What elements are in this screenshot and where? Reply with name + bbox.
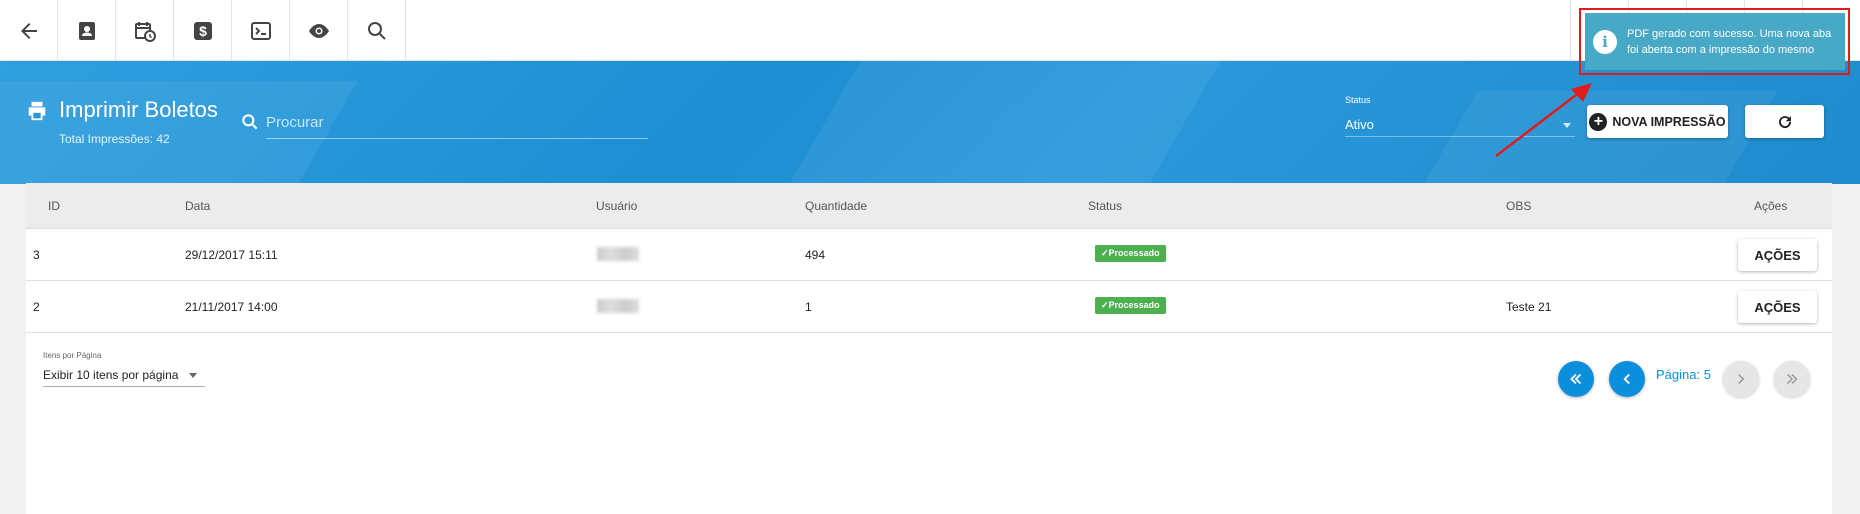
last-page-button[interactable] [1774, 361, 1810, 397]
calendar-clock-icon [134, 21, 156, 42]
contacts-button[interactable] [58, 0, 116, 61]
status-filter-value: Ativo [1345, 117, 1374, 132]
column-header-obs[interactable]: OBS [1506, 199, 1531, 213]
chevron-left-icon [1623, 373, 1630, 385]
page-title: Imprimir Boletos [59, 97, 218, 122]
cell-obs: Teste 21 [1506, 300, 1552, 314]
terminal-icon [250, 21, 271, 40]
items-per-page-select[interactable]: Exibir 10 itens por página [43, 365, 205, 387]
cell-user-redacted [597, 247, 639, 261]
printer-icon [28, 101, 46, 121]
header-decoration [756, 61, 1244, 184]
column-header-date[interactable]: Data [185, 199, 210, 213]
cell-date: 29/12/2017 15:11 [185, 248, 278, 262]
search-button[interactable] [348, 0, 406, 61]
eye-icon [308, 23, 329, 38]
first-page-button[interactable] [1558, 361, 1594, 397]
table-row: 3 29/12/2017 15:11 494 ✓Processado AÇÕES [26, 229, 1832, 281]
column-header-user[interactable]: Usuário [596, 199, 637, 213]
refresh-button[interactable] [1745, 105, 1824, 138]
refresh-icon [1778, 115, 1791, 128]
status-badge-label: Processado [1108, 248, 1160, 258]
cell-date: 21/11/2017 14:00 [185, 300, 278, 314]
schedule-button[interactable] [116, 0, 174, 61]
column-header-id[interactable]: ID [48, 199, 60, 213]
items-per-page-label: Itens por Página [43, 351, 102, 360]
search-icon [367, 21, 386, 40]
column-header-quantity[interactable]: Quantidade [805, 199, 867, 213]
search-input[interactable] [266, 107, 648, 139]
double-chevron-right-icon [1786, 373, 1798, 385]
cell-quantity: 494 [805, 248, 826, 262]
annotation-arrow [1495, 83, 1592, 157]
prints-table-card: ID Data Usuário Quantidade Status OBS Aç… [26, 183, 1832, 514]
column-header-status[interactable]: Status [1088, 199, 1122, 213]
svg-text:$: $ [199, 23, 207, 39]
status-badge: ✓Processado [1095, 245, 1166, 262]
new-print-button-label: NOVA IMPRESSÃO [1612, 114, 1726, 129]
highlight-box [1579, 8, 1850, 75]
total-prints-count: Total Impressões: 42 [59, 132, 170, 146]
next-page-button[interactable] [1723, 361, 1759, 397]
terminal-button[interactable] [232, 0, 290, 61]
new-print-button[interactable]: + NOVA IMPRESSÃO [1587, 105, 1728, 138]
status-badge: ✓Processado [1095, 297, 1166, 314]
previous-page-button[interactable] [1609, 361, 1645, 397]
back-arrow-icon [20, 22, 37, 39]
column-header-actions: Ações [1754, 199, 1788, 213]
back-button[interactable] [0, 0, 58, 61]
table-row: 2 21/11/2017 14:00 1 ✓Processado Teste 2… [26, 281, 1832, 333]
actions-button[interactable]: AÇÕES [1738, 239, 1817, 271]
cell-id: 3 [33, 248, 40, 262]
cell-user-redacted [597, 299, 639, 313]
dollar-icon: $ [193, 21, 212, 40]
view-button[interactable] [290, 0, 348, 61]
status-badge-label: Processado [1108, 300, 1160, 310]
cell-id: 2 [33, 300, 40, 314]
chevron-right-icon [1738, 373, 1745, 385]
table-header: ID Data Usuário Quantidade Status OBS Aç… [26, 183, 1832, 229]
contact-card-icon [78, 21, 95, 40]
current-page-indicator: Página: 5 [1656, 367, 1711, 382]
caret-down-icon [189, 373, 197, 378]
items-per-page-value: Exibir 10 itens por página [43, 368, 179, 382]
cell-quantity: 1 [805, 300, 812, 314]
search-icon [242, 114, 258, 130]
status-filter-label: Status [1345, 95, 1371, 105]
double-chevron-left-icon [1570, 373, 1582, 385]
finance-button[interactable]: $ [174, 0, 232, 61]
actions-button[interactable]: AÇÕES [1738, 291, 1817, 323]
